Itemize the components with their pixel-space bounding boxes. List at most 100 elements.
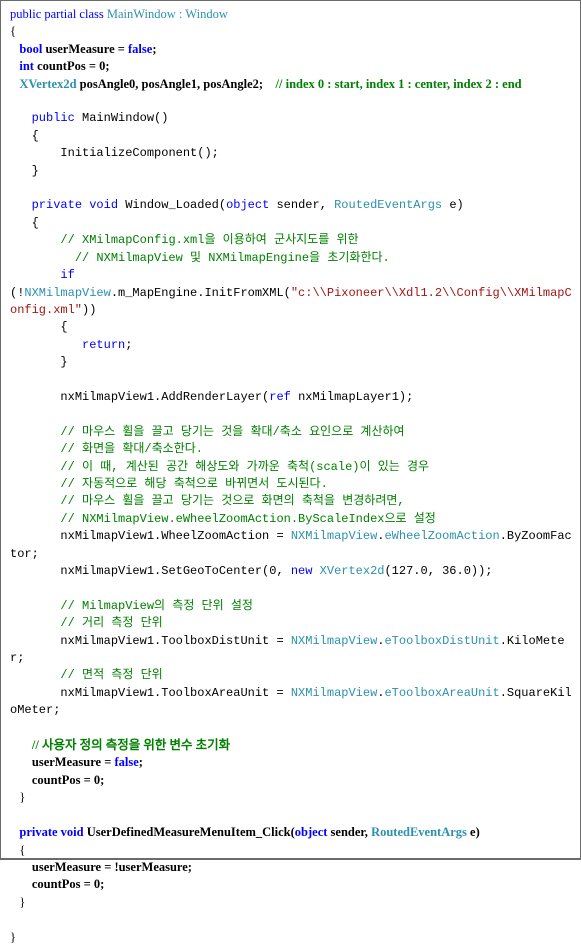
code-line: }: [10, 354, 576, 371]
code-token: )): [82, 302, 97, 317]
code-token: e): [466, 825, 480, 840]
comment-token: // 이 때, 계산된 공간 해상도와 가까운 축척(scale)이 있는 경우: [60, 459, 430, 474]
comment-token: // 자동적으로 해당 축척으로 바뀌면서 도시된다.: [60, 476, 328, 491]
code-token: }: [10, 355, 68, 370]
keyword-token: new: [290, 564, 313, 578]
code-line: {: [10, 23, 576, 40]
code-listing-frame: public partial class MainWindow : Window…: [0, 0, 581, 944]
code-line: }: [10, 789, 576, 806]
code-token: nxMilmapView1.ToolboxDistUnit =: [10, 633, 291, 648]
code-line: // 이 때, 계산된 공간 해상도와 가까운 축척(scale)이 있는 경우: [10, 459, 576, 476]
type-token: XVertex2d: [319, 564, 385, 578]
keyword-token: return: [82, 337, 126, 352]
code-line: XVertex2d posAngle0, posAngle1, posAngle…: [10, 76, 576, 93]
type-token: NXMilmapView: [24, 285, 111, 300]
comment-token: // 화면을 확대/축소한다.: [60, 442, 203, 457]
code-token: userMeasure =: [42, 41, 129, 56]
code-token: {: [10, 128, 39, 143]
comment-token: // XMilmapConfig.xml을 이용하여 군사지도를 위한: [60, 233, 359, 248]
code-token: nxMilmapView1.ToolboxAreaUnit =: [10, 685, 291, 700]
code-line: {: [10, 319, 576, 336]
code-line: // 화면을 확대/축소한다.: [10, 441, 576, 458]
code-line: public partial class MainWindow : Window: [10, 6, 576, 23]
comment-token: // NXMilmapView 및 NXMilmapEngine을 초기화한다.: [74, 250, 390, 265]
code-line: {: [10, 215, 576, 232]
code-token: }: [10, 163, 39, 178]
code-token: InitializeComponent();: [10, 146, 219, 161]
code-line: userMeasure = !userMeasure;: [10, 859, 576, 876]
code-line: InitializeComponent();: [10, 145, 576, 162]
code-token: {: [10, 842, 26, 857]
code-token: {: [10, 215, 39, 230]
code-line: // 사용자 정의 측정을 위한 변수 초기화: [10, 737, 576, 754]
code-token: (127.0, 36.0));: [384, 564, 493, 578]
code-line: // 마우스 휠을 끌고 당기는 것으로 화면의 축척을 변경하려면,: [10, 493, 576, 510]
type-token: NXMilmapView: [290, 529, 378, 544]
code-line: }: [10, 163, 576, 180]
code-line: nxMilmapView1.SetGeoToCenter(0, new XVer…: [10, 563, 576, 580]
type-token: eWheelZoomAction: [384, 529, 500, 544]
type-token: : Window: [175, 7, 228, 21]
code-token: Window_Loaded(: [118, 198, 227, 213]
code-line: countPos = 0;: [10, 876, 576, 893]
code-token: userMeasure = !userMeasure;: [10, 859, 192, 874]
code-line: // 자동적으로 해당 축척으로 바뀌면서 도시된다.: [10, 476, 576, 493]
code-line: }: [10, 929, 576, 946]
code-line: {: [10, 842, 576, 859]
keyword-token: false: [114, 755, 139, 770]
comment-token: // NXMilmapView.eWheelZoomAction.ByScale…: [60, 511, 436, 526]
code-line: // NXMilmapView.eWheelZoomAction.ByScale…: [10, 511, 576, 528]
code-token: ;: [152, 41, 157, 56]
type-token: RoutedEventArgs: [371, 825, 467, 840]
keyword-token: public: [31, 111, 75, 126]
code-line: nxMilmapView1.WheelZoomAction = NXMilmap…: [10, 528, 576, 563]
code-token: }: [10, 790, 26, 805]
comment-token: // MilmapView의 측정 단위 설정: [60, 598, 253, 613]
code-line: nxMilmapView1.AddRenderLayer(ref nxMilma…: [10, 389, 576, 406]
code-token: MainWindow(): [74, 111, 169, 126]
code-line: return;: [10, 337, 576, 354]
code-line: nxMilmapView1.ToolboxAreaUnit = NXMilmap…: [10, 685, 576, 720]
code-token: nxMilmapLayer1);: [290, 389, 414, 404]
comment-token: // index 0 : start, index 1 : center, in…: [275, 76, 522, 91]
code-token: e): [442, 198, 464, 213]
code-token: nxMilmapView1.WheelZoomAction =: [10, 529, 291, 544]
code-token: nxMilmapView1.SetGeoToCenter(0,: [10, 564, 291, 578]
comment-token: // 면적 측정 단위: [60, 668, 163, 683]
type-token: MainWindow: [106, 7, 176, 21]
code-line: bool userMeasure = false;: [10, 41, 576, 58]
keyword-token: ref: [269, 389, 291, 404]
code-token: {: [10, 24, 16, 39]
keyword-token: object: [294, 825, 328, 840]
keyword-token: if: [60, 268, 75, 283]
type-token: NXMilmapView: [290, 685, 378, 700]
code-line: // XMilmapConfig.xml을 이용하여 군사지도를 위한: [10, 232, 576, 249]
code-line: public MainWindow(): [10, 110, 576, 127]
type-token: NXMilmapView: [290, 633, 378, 648]
code-token: {: [10, 320, 68, 335]
comment-token: // 거리 측정 단위: [60, 616, 163, 631]
code-line: countPos = 0;: [10, 772, 576, 789]
